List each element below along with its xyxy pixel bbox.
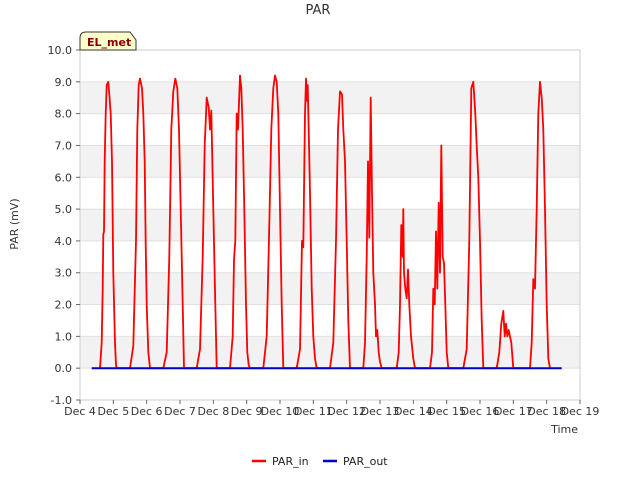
station-badge: EL_met xyxy=(79,31,137,51)
x-tick-label: Dec 6 xyxy=(131,405,163,418)
grid-band xyxy=(80,272,580,305)
x-tick-label: Dec 9 xyxy=(231,405,263,418)
par-chart: PAR -1.00.01.02.03.04.05.06.07.08.09.010… xyxy=(8,3,599,468)
grid-band xyxy=(80,145,580,178)
legend-label-par-in: PAR_in xyxy=(272,455,309,468)
x-tick-label: Dec 5 xyxy=(97,405,129,418)
y-tick-label: 1.0 xyxy=(55,330,73,343)
chart-title: PAR xyxy=(306,3,331,18)
y-tick-label: 5.0 xyxy=(55,203,73,216)
y-tick-label: 6.0 xyxy=(55,171,73,184)
legend: PAR_in PAR_out xyxy=(252,455,388,468)
x-tick-label: Dec 4 xyxy=(64,405,96,418)
x-tick-label: Dec 7 xyxy=(164,405,196,418)
y-tick-label: 4.0 xyxy=(55,235,73,248)
x-tick-label: Dec 8 xyxy=(197,405,229,418)
y-tick-label: 3.0 xyxy=(55,267,73,280)
x-axis-label: Time xyxy=(550,423,578,436)
x-tick-label: Dec 19 xyxy=(561,405,600,418)
y-tick-label: 7.0 xyxy=(55,139,73,152)
y-axis-ticks: -1.00.01.02.03.04.05.06.07.08.09.010.0 xyxy=(48,44,80,407)
legend-label-par-out: PAR_out xyxy=(343,455,388,468)
x-axis-ticks: Dec 4 Dec 5 Dec 6 Dec 7 Dec 8 Dec 9Dec 10Dec … xyxy=(64,400,599,418)
y-tick-label: 8.0 xyxy=(55,108,73,121)
badge-label: EL_met xyxy=(87,36,131,49)
y-tick-label: 9.0 xyxy=(55,76,73,89)
y-tick-label: 2.0 xyxy=(55,299,73,312)
grid-band xyxy=(80,209,580,241)
y-tick-label: 0.0 xyxy=(55,362,73,375)
grid-band xyxy=(80,81,580,114)
y-tick-label: 10.0 xyxy=(48,44,73,57)
y-axis-label: PAR (mV) xyxy=(8,198,21,249)
